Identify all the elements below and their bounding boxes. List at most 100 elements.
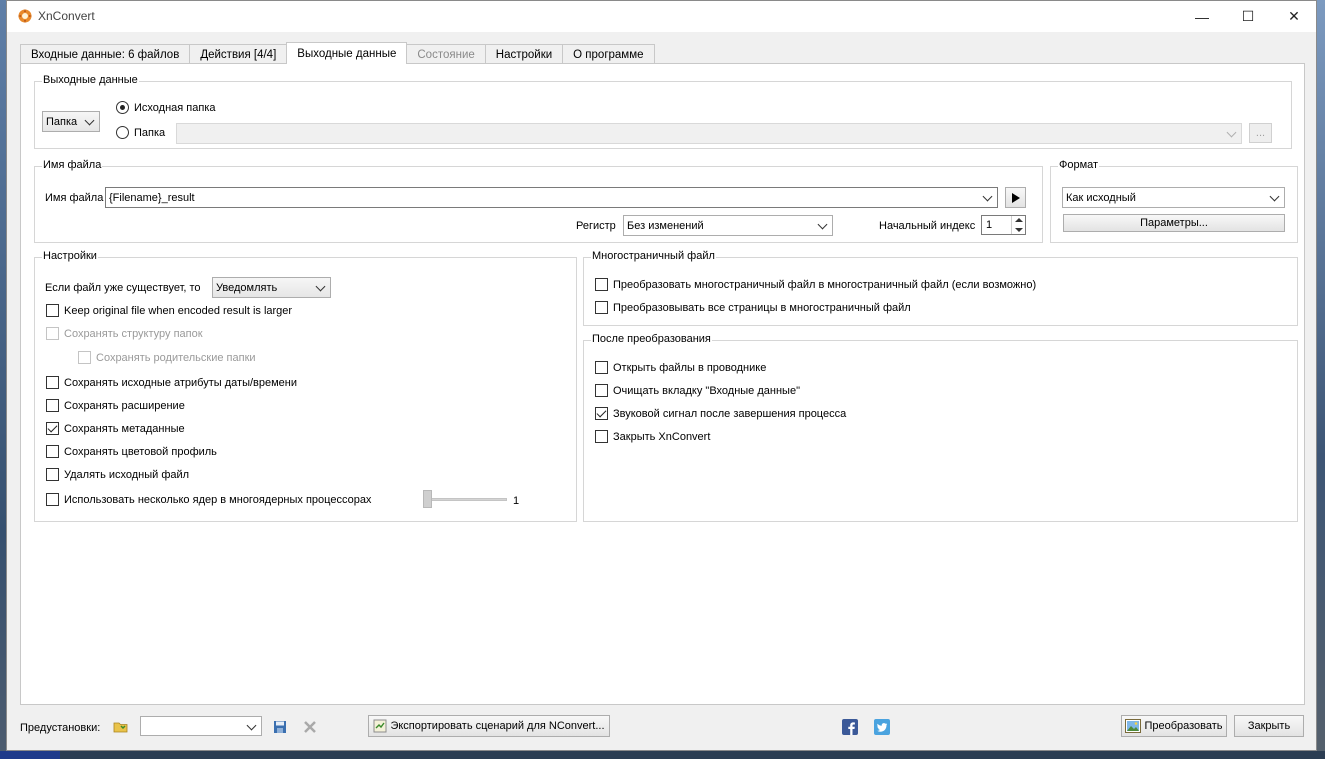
keep-parent-folders-label: Сохранять родительские папки [96, 351, 256, 364]
browse-folder-button[interactable]: ... [1249, 123, 1272, 143]
file-exists-select[interactable]: Уведомлять [212, 277, 331, 298]
chevron-down-icon [817, 219, 828, 230]
tab-input[interactable]: Входные данные: 6 файлов [20, 44, 191, 64]
output-mode-select[interactable]: Папка [42, 111, 100, 132]
folder-path-input[interactable] [176, 123, 1242, 144]
format-group-title: Формат [1058, 159, 1100, 171]
clear-input-tab-label: Очищать вкладку "Входные данные" [613, 384, 800, 397]
checkbox-box [595, 430, 608, 443]
keep-datetime-checkbox[interactable]: Сохранять исходные атрибуты даты/времени [46, 376, 297, 389]
arrow-down-icon [1015, 228, 1023, 232]
close-app-checkbox[interactable]: Закрыть XnConvert [595, 430, 710, 443]
filename-group: Имя файла Имя файла {Filename}_result Ре… [34, 159, 1043, 243]
format-params-button[interactable]: Параметры... [1063, 214, 1285, 232]
case-value: Без изменений [627, 219, 704, 232]
arrow-up-icon [1015, 218, 1023, 222]
multicore-checkbox[interactable]: Использовать несколько ядер в многоядерн… [46, 493, 371, 506]
cores-slider-thumb[interactable] [423, 490, 432, 508]
filename-group-title: Имя файла [42, 159, 103, 171]
radio-custom-folder-label: Папка [134, 126, 166, 139]
radio-custom-folder[interactable]: Папка [116, 126, 165, 139]
filename-label: Имя файла [45, 192, 104, 204]
multipage-to-multipage-checkbox[interactable]: Преобразовать многостраничный файл в мно… [595, 278, 1036, 291]
keep-folder-structure-label: Сохранять структуру папок [64, 327, 203, 340]
keep-original-label: Keep original file when encoded result i… [64, 304, 293, 317]
tab-about[interactable]: О программе [562, 44, 655, 64]
radio-source-folder[interactable]: Исходная папка [116, 101, 216, 114]
desktop-background-right [1317, 0, 1325, 759]
export-nconvert-label: Экспортировать сценарий для NConvert... [390, 720, 605, 732]
preset-select[interactable] [140, 716, 262, 736]
checkbox-box [46, 304, 59, 317]
export-nconvert-button[interactable]: Экспортировать сценарий для NConvert... [368, 715, 610, 737]
close-app-label: Закрыть XnConvert [613, 430, 711, 443]
close-window-button[interactable]: ✕ [1271, 1, 1317, 32]
facebook-icon[interactable] [842, 719, 858, 735]
checkbox-box [595, 361, 608, 374]
twitter-icon[interactable] [874, 719, 890, 735]
cores-slider-track[interactable] [425, 498, 507, 501]
keep-original-checkbox[interactable]: Keep original file when encoded result i… [46, 304, 292, 317]
keep-datetime-label: Сохранять исходные атрибуты даты/времени [64, 376, 298, 389]
checkbox-box [595, 384, 608, 397]
file-exists-label: Если файл уже существует, то [45, 282, 201, 294]
chevron-down-icon [982, 191, 993, 202]
spinner-arrows-icon[interactable] [1011, 216, 1025, 234]
keep-metadata-checkbox[interactable]: Сохранять метаданные [46, 422, 185, 435]
convert-image-icon [1125, 719, 1142, 733]
save-icon[interactable] [272, 719, 288, 735]
play-arrow-icon [1011, 192, 1020, 203]
multipage-group: Многостраничный файл Преобразовать много… [583, 250, 1298, 326]
minimize-button[interactable]: — [1179, 1, 1225, 32]
multipage-group-title: Многостраничный файл [591, 250, 716, 262]
output-tab-panel: Выходные данные Папка Исходная папка Пап… [20, 63, 1305, 705]
cores-value: 1 [513, 495, 520, 507]
checkbox-box [46, 327, 59, 340]
close-button[interactable]: Закрыть [1234, 715, 1304, 737]
output-mode-value: Папка [46, 115, 78, 128]
tab-status[interactable]: Состояние [406, 44, 486, 64]
keep-folder-structure-checkbox[interactable]: Сохранять структуру папок [46, 327, 203, 340]
start-index-value: 1 [986, 219, 993, 231]
delete-source-checkbox[interactable]: Удалять исходный файл [46, 468, 189, 481]
format-group: Формат Как исходный Параметры... [1050, 159, 1298, 243]
format-params-label: Параметры... [1140, 217, 1208, 229]
sound-on-finish-checkbox[interactable]: Звуковой сигнал после завершения процесс… [595, 407, 846, 420]
after-conversion-group-title: После преобразования [591, 333, 712, 345]
checkbox-box [595, 407, 608, 420]
radio-dot [116, 101, 129, 114]
keep-parent-folders-checkbox[interactable]: Сохранять родительские папки [78, 351, 256, 364]
checkbox-box [46, 468, 59, 481]
browse-label: ... [1255, 127, 1266, 139]
open-folder-icon[interactable] [113, 719, 129, 735]
checkbox-box [46, 399, 59, 412]
insert-token-button[interactable] [1005, 187, 1026, 208]
open-in-explorer-checkbox[interactable]: Открыть файлы в проводнике [595, 361, 766, 374]
delete-source-label: Удалять исходный файл [64, 468, 190, 481]
tab-bar: Входные данные: 6 файлов Действия [4/4] … [20, 42, 655, 64]
maximize-button[interactable]: ☐ [1225, 1, 1271, 32]
keep-color-profile-checkbox[interactable]: Сохранять цветовой профиль [46, 445, 217, 458]
xnconvert-logo-icon [18, 9, 32, 23]
tab-output[interactable]: Выходные данные [286, 42, 408, 64]
format-select[interactable]: Как исходный [1062, 187, 1285, 208]
chevron-down-icon [246, 720, 257, 731]
output-group-title: Выходные данные [42, 74, 139, 86]
filename-pattern-input[interactable]: {Filename}_result [105, 187, 998, 208]
export-script-icon [373, 719, 387, 733]
convert-all-pages-checkbox[interactable]: Преобразовывать все страницы в многостра… [595, 301, 911, 314]
delete-preset-icon[interactable] [302, 719, 318, 735]
close-icon: ✕ [1288, 8, 1300, 24]
tab-settings[interactable]: Настройки [484, 44, 564, 64]
convert-all-pages-label: Преобразовывать все страницы в многостра… [613, 301, 911, 314]
convert-button[interactable]: Преобразовать [1121, 715, 1227, 737]
filename-pattern-value: {Filename}_result [109, 191, 195, 204]
clear-input-tab-checkbox[interactable]: Очищать вкладку "Входные данные" [595, 384, 800, 397]
start-index-spinner[interactable]: 1 [981, 215, 1026, 235]
checkbox-box [46, 493, 59, 506]
keep-extension-checkbox[interactable]: Сохранять расширение [46, 399, 185, 412]
chevron-down-icon [1269, 191, 1280, 202]
radio-dot [116, 126, 129, 139]
tab-actions[interactable]: Действия [4/4] [189, 44, 288, 64]
case-select[interactable]: Без изменений [623, 215, 833, 236]
